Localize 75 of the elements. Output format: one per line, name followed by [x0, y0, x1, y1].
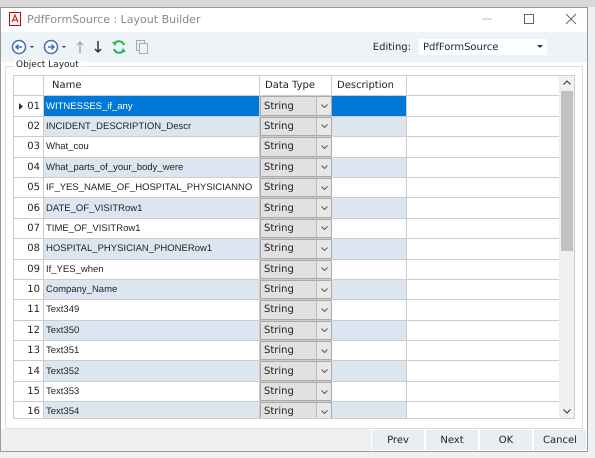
chevron-icon	[320, 144, 328, 149]
back-icon[interactable]	[11, 39, 35, 55]
type-dropdown[interactable]: String	[260, 320, 332, 340]
type-dropdown[interactable]: String	[260, 260, 332, 279]
chevron-icon	[320, 308, 328, 312]
type-dropdown[interactable]: String	[260, 158, 332, 177]
type-dropdown[interactable]: String	[260, 341, 332, 360]
table-cell[interactable]	[332, 320, 407, 340]
table-cell[interactable]	[332, 239, 407, 259]
chevron-icon	[320, 410, 328, 414]
column-header[interactable]: Description	[332, 76, 407, 96]
chevron-icon	[320, 104, 328, 108]
type-dropdown[interactable]: String	[260, 198, 332, 218]
type-dropdown[interactable]: String	[260, 116, 332, 136]
column-header[interactable]: Name	[44, 76, 260, 96]
close-icon[interactable]	[565, 13, 577, 25]
dialog-button[interactable]: OK	[479, 429, 533, 451]
table-cell[interactable]: Text354	[44, 402, 260, 418]
type-dropdown[interactable]: String	[260, 239, 332, 259]
dialog-button[interactable]: Next	[425, 429, 479, 451]
pdf-icon	[9, 12, 21, 26]
forward-icon[interactable]	[43, 39, 67, 55]
table-cell[interactable]	[332, 198, 407, 218]
scrollbar[interactable]	[559, 76, 574, 418]
table-cell[interactable]: HOSPITAL_PHYSICIAN_PHONERow1	[44, 239, 260, 259]
table-cell[interactable]: Company_Name	[44, 280, 260, 300]
chevron-icon	[320, 165, 328, 170]
scroll-up-icon[interactable]	[562, 80, 570, 85]
window-title: PdfFormSource : Layout Builder	[27, 12, 200, 26]
chevron-icon	[320, 328, 328, 332]
type-dropdown[interactable]: String	[260, 178, 332, 198]
chevron-icon	[320, 124, 328, 128]
column-header[interactable]: Data Type	[260, 76, 332, 96]
table-cell[interactable]	[332, 280, 407, 300]
chevron-icon	[320, 288, 328, 292]
caret-icon	[537, 45, 543, 49]
table-cell[interactable]: INCIDENT_DESCRIPTION_Descr	[44, 116, 260, 136]
chevron-icon	[320, 186, 328, 190]
table-cell[interactable]: WITNESSES_if_any	[44, 96, 260, 116]
chevron-icon	[320, 390, 328, 394]
table-cell[interactable]	[332, 116, 407, 136]
table-cell[interactable]: DATE_OF_VISITRow1	[44, 198, 260, 218]
chevron-icon	[320, 226, 328, 230]
dialog-button[interactable]: Cancel	[533, 429, 587, 451]
chevron-icon	[320, 369, 328, 374]
type-dropdown[interactable]: String	[260, 402, 332, 418]
table-cell[interactable]: What_parts_of_your_body_were	[44, 158, 260, 177]
chevron-icon	[320, 246, 328, 251]
table-cell[interactable]: Text350	[44, 320, 260, 340]
type-dropdown[interactable]: String	[260, 361, 332, 381]
table-cell[interactable]: Text352	[44, 361, 260, 381]
type-dropdown[interactable]: String	[260, 137, 332, 157]
editing-dropdown[interactable]: PdfFormSource	[419, 39, 547, 55]
current-row-icon	[19, 102, 24, 110]
type-dropdown[interactable]: String	[260, 300, 332, 320]
type-dropdown[interactable]: String	[260, 382, 332, 402]
table-cell[interactable]	[332, 158, 407, 177]
table-cell[interactable]	[332, 96, 407, 116]
chevron-icon	[320, 206, 328, 210]
maximize-icon[interactable]	[523, 13, 535, 25]
scroll-down-icon[interactable]	[562, 409, 570, 414]
down-arrow-icon[interactable]	[93, 40, 103, 54]
chevron-icon	[320, 267, 328, 272]
chevron-icon	[320, 348, 328, 353]
editing-label: Editing:	[372, 42, 411, 52]
group-title: Object Layout	[14, 60, 81, 70]
type-dropdown[interactable]: String	[260, 280, 332, 300]
refresh-icon[interactable]	[111, 39, 127, 55]
type-dropdown[interactable]: String	[260, 96, 332, 116]
table-cell[interactable]	[332, 402, 407, 418]
table-cell[interactable]	[332, 361, 407, 381]
type-dropdown[interactable]: String	[260, 218, 332, 238]
copy-icon[interactable]	[135, 39, 149, 55]
up-arrow-icon[interactable]	[75, 40, 85, 54]
dialog-button[interactable]: Prev	[371, 429, 425, 451]
